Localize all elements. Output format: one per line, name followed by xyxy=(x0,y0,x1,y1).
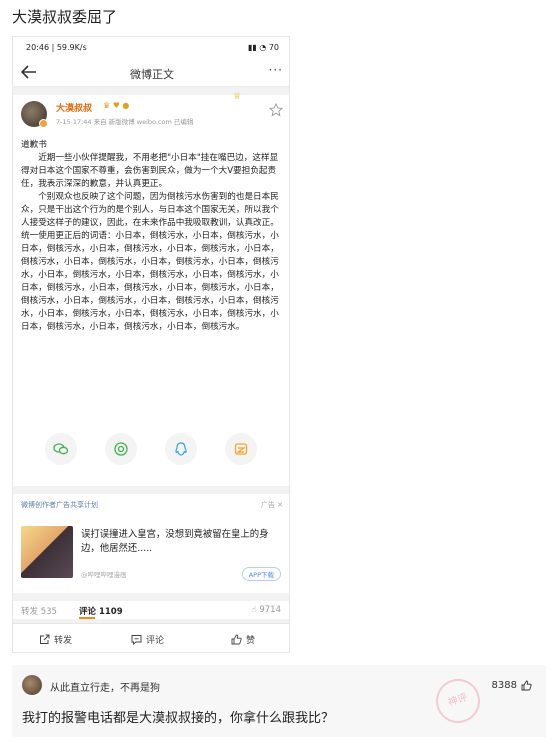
like-label: 赞 xyxy=(246,636,256,646)
comment-button[interactable]: 评论 xyxy=(131,633,164,646)
repost-count-tab[interactable]: 转发 535 xyxy=(21,605,57,617)
comment-count-tab[interactable]: 评论 1109 xyxy=(79,605,123,617)
top-comment: 从此直立行走，不再是狗 8388 神评 我打的报警电话都是大漠叔叔接的，你拿什么… xyxy=(12,665,546,737)
action-bar: 转发 评论 赞 xyxy=(13,623,289,652)
status-battery: ▮▮ ◔ 70 xyxy=(247,43,279,52)
post-paragraph: 近期一些小伙伴提醒我，不用老把"小日本"挂在嘴巴边，这样显得对日本这个国家不尊重… xyxy=(21,153,279,189)
status-bar: 20:46 | 59.9K/s ▮▮ ◔ 70 xyxy=(13,37,289,59)
more-icon[interactable]: ··· xyxy=(269,63,283,77)
ad-thumbnail[interactable] xyxy=(21,526,73,578)
wechat-icon[interactable] xyxy=(45,433,77,465)
share-row xyxy=(13,433,289,467)
ad-close-button[interactable]: 广告 ✕ xyxy=(261,500,283,510)
thumbs-up-icon xyxy=(231,634,242,645)
like-button[interactable]: 赞 xyxy=(231,633,255,646)
hot-comment-stamp: 神评 xyxy=(430,673,486,729)
commenter-name[interactable]: 从此直立行走，不再是狗 xyxy=(50,679,160,694)
crown-decoration-icon: ♕ xyxy=(233,92,242,102)
comment-text: 我打的报警电话都是大漠叔叔接的，你拿什么跟我比？ xyxy=(22,711,335,726)
moments-icon[interactable] xyxy=(105,433,137,465)
stats-bar: 转发 535 评论 1109 ☝ 9714 xyxy=(13,601,289,619)
nav-bar: 微博正文 ··· xyxy=(13,59,289,87)
ad-source: @哔哩哔哩漫画 xyxy=(81,571,127,579)
ad-card[interactable]: 微博创作者广告共享计划 广告 ✕ 误打误撞进入皇宫，没想到竟被留在皇上的身边，他… xyxy=(13,494,289,593)
thumbs-up-icon xyxy=(521,680,532,691)
post-body: 道歉书 近期一些小伙伴提醒我，不用老把"小日本"挂在嘴巴边，这样显得对日本这个国… xyxy=(21,139,283,334)
like-count: 9714 xyxy=(259,605,281,615)
comment-icon xyxy=(131,635,142,645)
comment-like-button[interactable]: 8388 xyxy=(492,680,532,691)
verified-badge-icon xyxy=(39,119,48,128)
post-heading: 道歉书 xyxy=(21,140,47,150)
weibo-post: 大漠叔叔 ♛ ♥ ● 7-15 17:44 来自 新版微博 weibo.com … xyxy=(13,92,289,486)
user-badges-icon: ♛ ♥ ● xyxy=(103,101,130,110)
page-title: 大漠叔叔委屈了 xyxy=(12,8,118,26)
comment-label: 评论 xyxy=(146,636,165,646)
post-paragraph: 统一使用更正后的词语：小日本，倒核污水，小日本，倒核污水，小日本，倒核污水，小日… xyxy=(21,231,279,332)
repost-button[interactable]: 转发 xyxy=(39,633,72,646)
status-time: 20:46 | 59.9K/s xyxy=(26,43,87,52)
ad-text[interactable]: 误打误撞进入皇宫，没想到竟被留在皇上的身边，他居然还..... xyxy=(81,528,286,556)
active-tab-indicator xyxy=(79,617,95,619)
post-meta: 7-15 17:44 来自 新版微博 weibo.com 已编辑 xyxy=(56,118,194,126)
phone-screenshot: 20:46 | 59.9K/s ▮▮ ◔ 70 微博正文 ··· 大漠叔叔 ♛ … xyxy=(12,36,290,653)
qzone-icon[interactable] xyxy=(225,433,257,465)
qq-icon[interactable] xyxy=(165,433,197,465)
comment-like-count: 8388 xyxy=(491,680,517,691)
repost-icon xyxy=(40,634,50,644)
star-icon[interactable] xyxy=(269,103,283,117)
username[interactable]: 大漠叔叔 xyxy=(56,101,92,114)
like-count-tab[interactable]: ☝ 9714 xyxy=(251,605,281,615)
nav-title: 微博正文 xyxy=(130,68,174,81)
post-paragraph: 个别观众也反映了这个问题，因为倒核污水伤害到的也是日本民众，只是干出这个行为的是… xyxy=(21,192,279,228)
app-download-button[interactable]: APP下载 xyxy=(241,567,281,581)
commenter-avatar[interactable] xyxy=(22,675,42,695)
repost-label: 转发 xyxy=(54,636,73,646)
ad-header: 微博创作者广告共享计划 xyxy=(21,501,98,509)
